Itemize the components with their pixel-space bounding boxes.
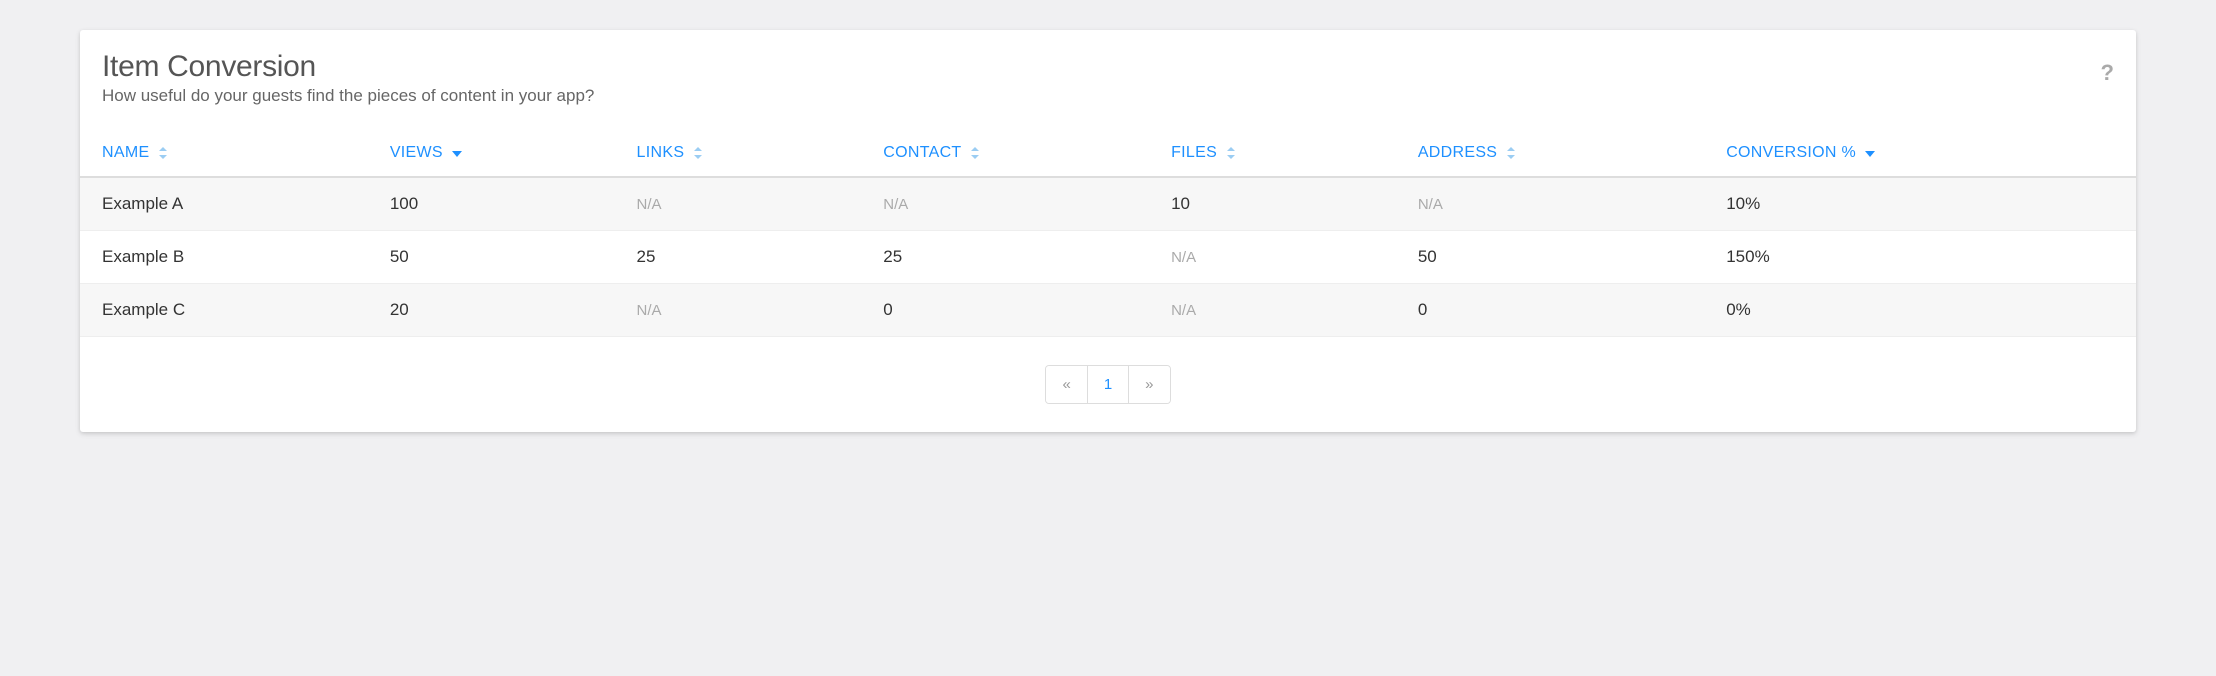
table-row: Example A 100 N/A N/A 10 N/A 10%	[80, 177, 2136, 231]
column-label: VIEWS	[390, 144, 443, 161]
sort-icon	[693, 147, 703, 159]
cell-views: 20	[368, 284, 615, 337]
column-header-views[interactable]: VIEWS	[368, 130, 615, 177]
column-label: ADDRESS	[1418, 144, 1497, 161]
cell-links: N/A	[615, 177, 862, 231]
pagination-next-button[interactable]: »	[1129, 366, 1169, 403]
table-header-row: NAME VIEWS LINKS	[80, 130, 2136, 177]
cell-contact: 25	[861, 231, 1149, 284]
cell-files: N/A	[1149, 284, 1396, 337]
column-label: NAME	[102, 144, 149, 161]
table-row: Example C 20 N/A 0 N/A 0 0%	[80, 284, 2136, 337]
cell-conversion: 150%	[1704, 231, 2136, 284]
sort-icon	[1506, 147, 1516, 159]
cell-links: 25	[615, 231, 862, 284]
cell-contact: 0	[861, 284, 1149, 337]
column-header-address[interactable]: ADDRESS	[1396, 130, 1704, 177]
column-label: LINKS	[637, 144, 685, 161]
cell-address: 50	[1396, 231, 1704, 284]
cell-links: N/A	[615, 284, 862, 337]
cell-name: Example C	[80, 284, 368, 337]
column-header-files[interactable]: FILES	[1149, 130, 1396, 177]
item-conversion-card: ? Item Conversion How useful do your gue…	[80, 30, 2136, 432]
column-header-contact[interactable]: CONTACT	[861, 130, 1149, 177]
sort-desc-icon	[452, 149, 462, 157]
cell-conversion: 10%	[1704, 177, 2136, 231]
pagination-page-1[interactable]: 1	[1088, 366, 1129, 403]
column-label: CONVERSION %	[1726, 144, 1856, 161]
column-header-name[interactable]: NAME	[80, 130, 368, 177]
cell-conversion: 0%	[1704, 284, 2136, 337]
pagination-group: « 1 »	[1045, 365, 1170, 404]
sort-icon	[158, 147, 168, 159]
column-label: FILES	[1171, 144, 1217, 161]
column-header-conversion[interactable]: CONVERSION %	[1704, 130, 2136, 177]
cell-name: Example B	[80, 231, 368, 284]
help-icon[interactable]: ?	[2101, 60, 2114, 86]
sort-desc-icon	[1865, 149, 1875, 157]
cell-address: N/A	[1396, 177, 1704, 231]
cell-files: 10	[1149, 177, 1396, 231]
card-header: Item Conversion How useful do your guest…	[80, 50, 2136, 130]
card-subtitle: How useful do your guests find the piece…	[102, 86, 2114, 106]
pagination-prev-button[interactable]: «	[1046, 366, 1087, 403]
sort-icon	[1226, 147, 1236, 159]
cell-name: Example A	[80, 177, 368, 231]
cell-views: 50	[368, 231, 615, 284]
sort-icon	[970, 147, 980, 159]
cell-address: 0	[1396, 284, 1704, 337]
column-label: CONTACT	[883, 144, 961, 161]
cell-views: 100	[368, 177, 615, 231]
card-title: Item Conversion	[102, 50, 2114, 84]
column-header-links[interactable]: LINKS	[615, 130, 862, 177]
table-row: Example B 50 25 25 N/A 50 150%	[80, 231, 2136, 284]
conversion-table: NAME VIEWS LINKS	[80, 130, 2136, 337]
cell-contact: N/A	[861, 177, 1149, 231]
pagination: « 1 »	[80, 365, 2136, 404]
cell-files: N/A	[1149, 231, 1396, 284]
